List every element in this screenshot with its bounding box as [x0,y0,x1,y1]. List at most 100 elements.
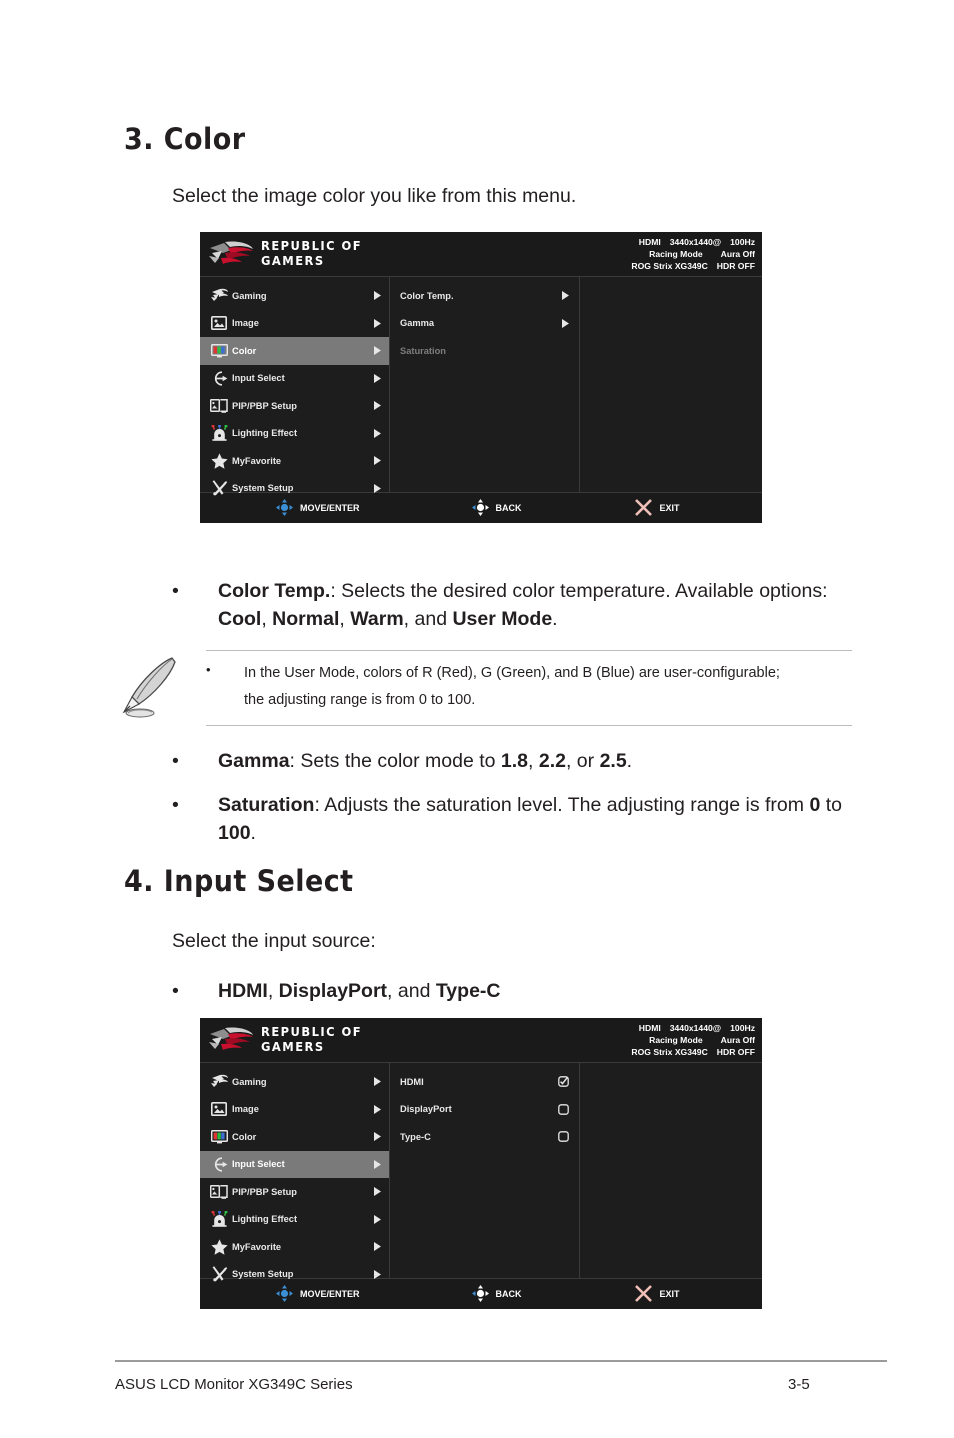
sidebar-item-color[interactable]: Color [200,1123,389,1151]
note-body: • In the User Mode, colors of R (Red), G… [206,650,852,726]
bullet-gamma: • Gamma: Sets the color mode to 1.8, 2.2,… [172,748,852,776]
rog-eye-icon [206,288,232,303]
chevron-right-icon [371,1077,381,1087]
rog-wordmark: REPUBLIC OF GAMERS [261,238,363,268]
rog-brand: REPUBLIC OF GAMERS [208,1024,371,1056]
osd-exit-label: EXIT [659,503,680,513]
joystick-blue-icon [276,1284,293,1304]
sidebar-item-label: Input Select [232,1159,285,1170]
wrench-screwdriver-icon [206,480,232,496]
submenu-item-label: DisplayPort [400,1104,452,1115]
bullet-text: Saturation: Adjusts the saturation level… [218,794,842,844]
chevron-right-icon [371,1269,381,1279]
input-arrow-icon [206,1157,232,1172]
chevron-right-icon [371,291,381,301]
color-monitor-icon [206,1129,232,1144]
osd-exit-button[interactable]: EXIT [634,498,680,519]
checkbox-unchecked-icon[interactable] [555,1131,569,1143]
chevron-right-icon [371,483,381,493]
chevron-right-icon [371,1104,381,1114]
osd-header: REPUBLIC OF GAMERS HDMI 3440x1440@ 100Hz R… [200,232,762,277]
submenu-item-label: Saturation [400,345,446,356]
sidebar-item-label: System Setup [232,1269,294,1280]
chevron-right-icon [371,1214,381,1224]
osd-menu-input-select[interactable]: REPUBLIC OF GAMERS HDMI 3440x1440@ 100Hz R… [200,1018,762,1309]
sidebar-item-color[interactable]: Color [200,337,389,365]
sidebar-item-label: MyFavorite [232,1241,282,1252]
sidebar-item-label: PIP/PBP Setup [232,400,297,411]
osd-preview-pane [580,1063,762,1278]
rog-eye-logo-icon [208,1025,254,1056]
sidebar-item-image[interactable]: Image [200,1096,389,1124]
input-select-intro-text: Select the input source: [172,930,376,952]
quill-pen-icon [120,650,206,725]
sidebar-item-pip-pbp-setup[interactable]: PIP/PBP Setup [200,1178,389,1206]
bullet-dot: • [172,750,179,772]
osd-header: REPUBLIC OF GAMERS HDMI 3440x1440@ 100Hz R… [200,1018,762,1063]
sidebar-item-label: MyFavorite [232,455,282,466]
osd-back-button[interactable]: BACK [471,1284,522,1304]
osd-submenu-input: HDMI DisplayPort Type-C [390,1063,580,1278]
rog-wordmark: REPUBLIC OF GAMERS [261,1024,363,1054]
osd-menu-color[interactable]: REPUBLIC OF GAMERS HDMI 3440x1440@ 100Hz R… [200,232,762,523]
osd-exit-label: EXIT [659,1289,680,1299]
sidebar-item-label: System Setup [232,483,294,494]
submenu-item-color-temp[interactable]: Color Temp. [390,282,579,310]
submenu-item-displayport[interactable]: DisplayPort [390,1096,579,1124]
rog-eye-logo-icon [208,239,254,270]
star-icon [206,1239,232,1255]
osd-body: Gaming Image Color Input Select PIP/PBP Setu… [200,1063,762,1282]
checkbox-checked-icon[interactable] [555,1076,569,1088]
chevron-right-icon [371,373,381,383]
osd-move-enter-label: MOVE/ENTER [300,503,360,513]
sidebar-item-myfavorite[interactable]: MyFavorite [200,1233,389,1261]
note-bullet-dot: • [206,662,211,677]
osd-status-info: HDMI 3440x1440@ 100Hz Racing Mode Aura Off … [631,1022,755,1058]
submenu-item-label: Color Temp. [400,290,454,301]
chevron-right-icon [371,1132,381,1142]
bullet-saturation: • Saturation: Adjusts the saturation leve… [172,792,852,847]
chevron-right-icon [371,318,381,328]
lighting-lamp-icon [206,425,232,442]
submenu-item-hdmi[interactable]: HDMI [390,1068,579,1096]
sidebar-item-input-select[interactable]: Input Select [200,365,389,393]
color-intro-text: Select the image color you like from thi… [172,185,577,207]
chevron-right-icon [371,401,381,411]
rog-eye-icon [206,1074,232,1089]
osd-move-enter-button[interactable]: MOVE/ENTER [276,1284,360,1304]
wrench-screwdriver-icon [206,1266,232,1282]
sidebar-item-label: Gaming [232,1076,267,1087]
sidebar-item-label: Color [232,345,257,356]
osd-back-button[interactable]: BACK [471,498,522,518]
sidebar-item-label: Image [232,1104,259,1115]
osd-exit-button[interactable]: EXIT [634,1284,680,1305]
sidebar-item-pip-pbp-setup[interactable]: PIP/PBP Setup [200,392,389,420]
sidebar-item-lighting-effect[interactable]: Lighting Effect [200,420,389,448]
sidebar-item-lighting-effect[interactable]: Lighting Effect [200,1206,389,1234]
chevron-right-icon [371,346,381,356]
submenu-item-type-c[interactable]: Type-C [390,1123,579,1151]
sidebar-item-label: Color [232,1131,257,1142]
sidebar-item-input-select[interactable]: Input Select [200,1150,389,1178]
sidebar-item-gaming[interactable]: Gaming [200,282,389,310]
osd-status-info: HDMI 3440x1440@ 100Hz Racing Mode Aura Off … [631,236,755,272]
checkbox-unchecked-icon[interactable] [555,1103,569,1115]
sidebar-item-label: Image [232,318,259,329]
bullet-dot: • [172,580,179,602]
osd-move-enter-button[interactable]: MOVE/ENTER [276,498,360,518]
note-divider-bottom [206,724,852,726]
star-icon [206,453,232,469]
sidebar-item-gaming[interactable]: Gaming [200,1068,389,1096]
page-title-input-select: 4. Input Select [124,864,354,898]
bullet-dot: • [172,794,179,816]
sidebar-item-image[interactable]: Image [200,310,389,338]
lighting-lamp-icon [206,1211,232,1228]
sidebar-item-label: Lighting Effect [232,428,298,439]
submenu-item-label: Gamma [400,318,435,329]
osd-back-label: BACK [495,1289,522,1299]
sidebar-item-myfavorite[interactable]: MyFavorite [200,447,389,475]
submenu-item-label: Type-C [400,1131,431,1142]
submenu-item-label: HDMI [400,1076,424,1087]
submenu-item-gamma[interactable]: Gamma [390,310,579,338]
chevron-right-icon [371,456,381,466]
